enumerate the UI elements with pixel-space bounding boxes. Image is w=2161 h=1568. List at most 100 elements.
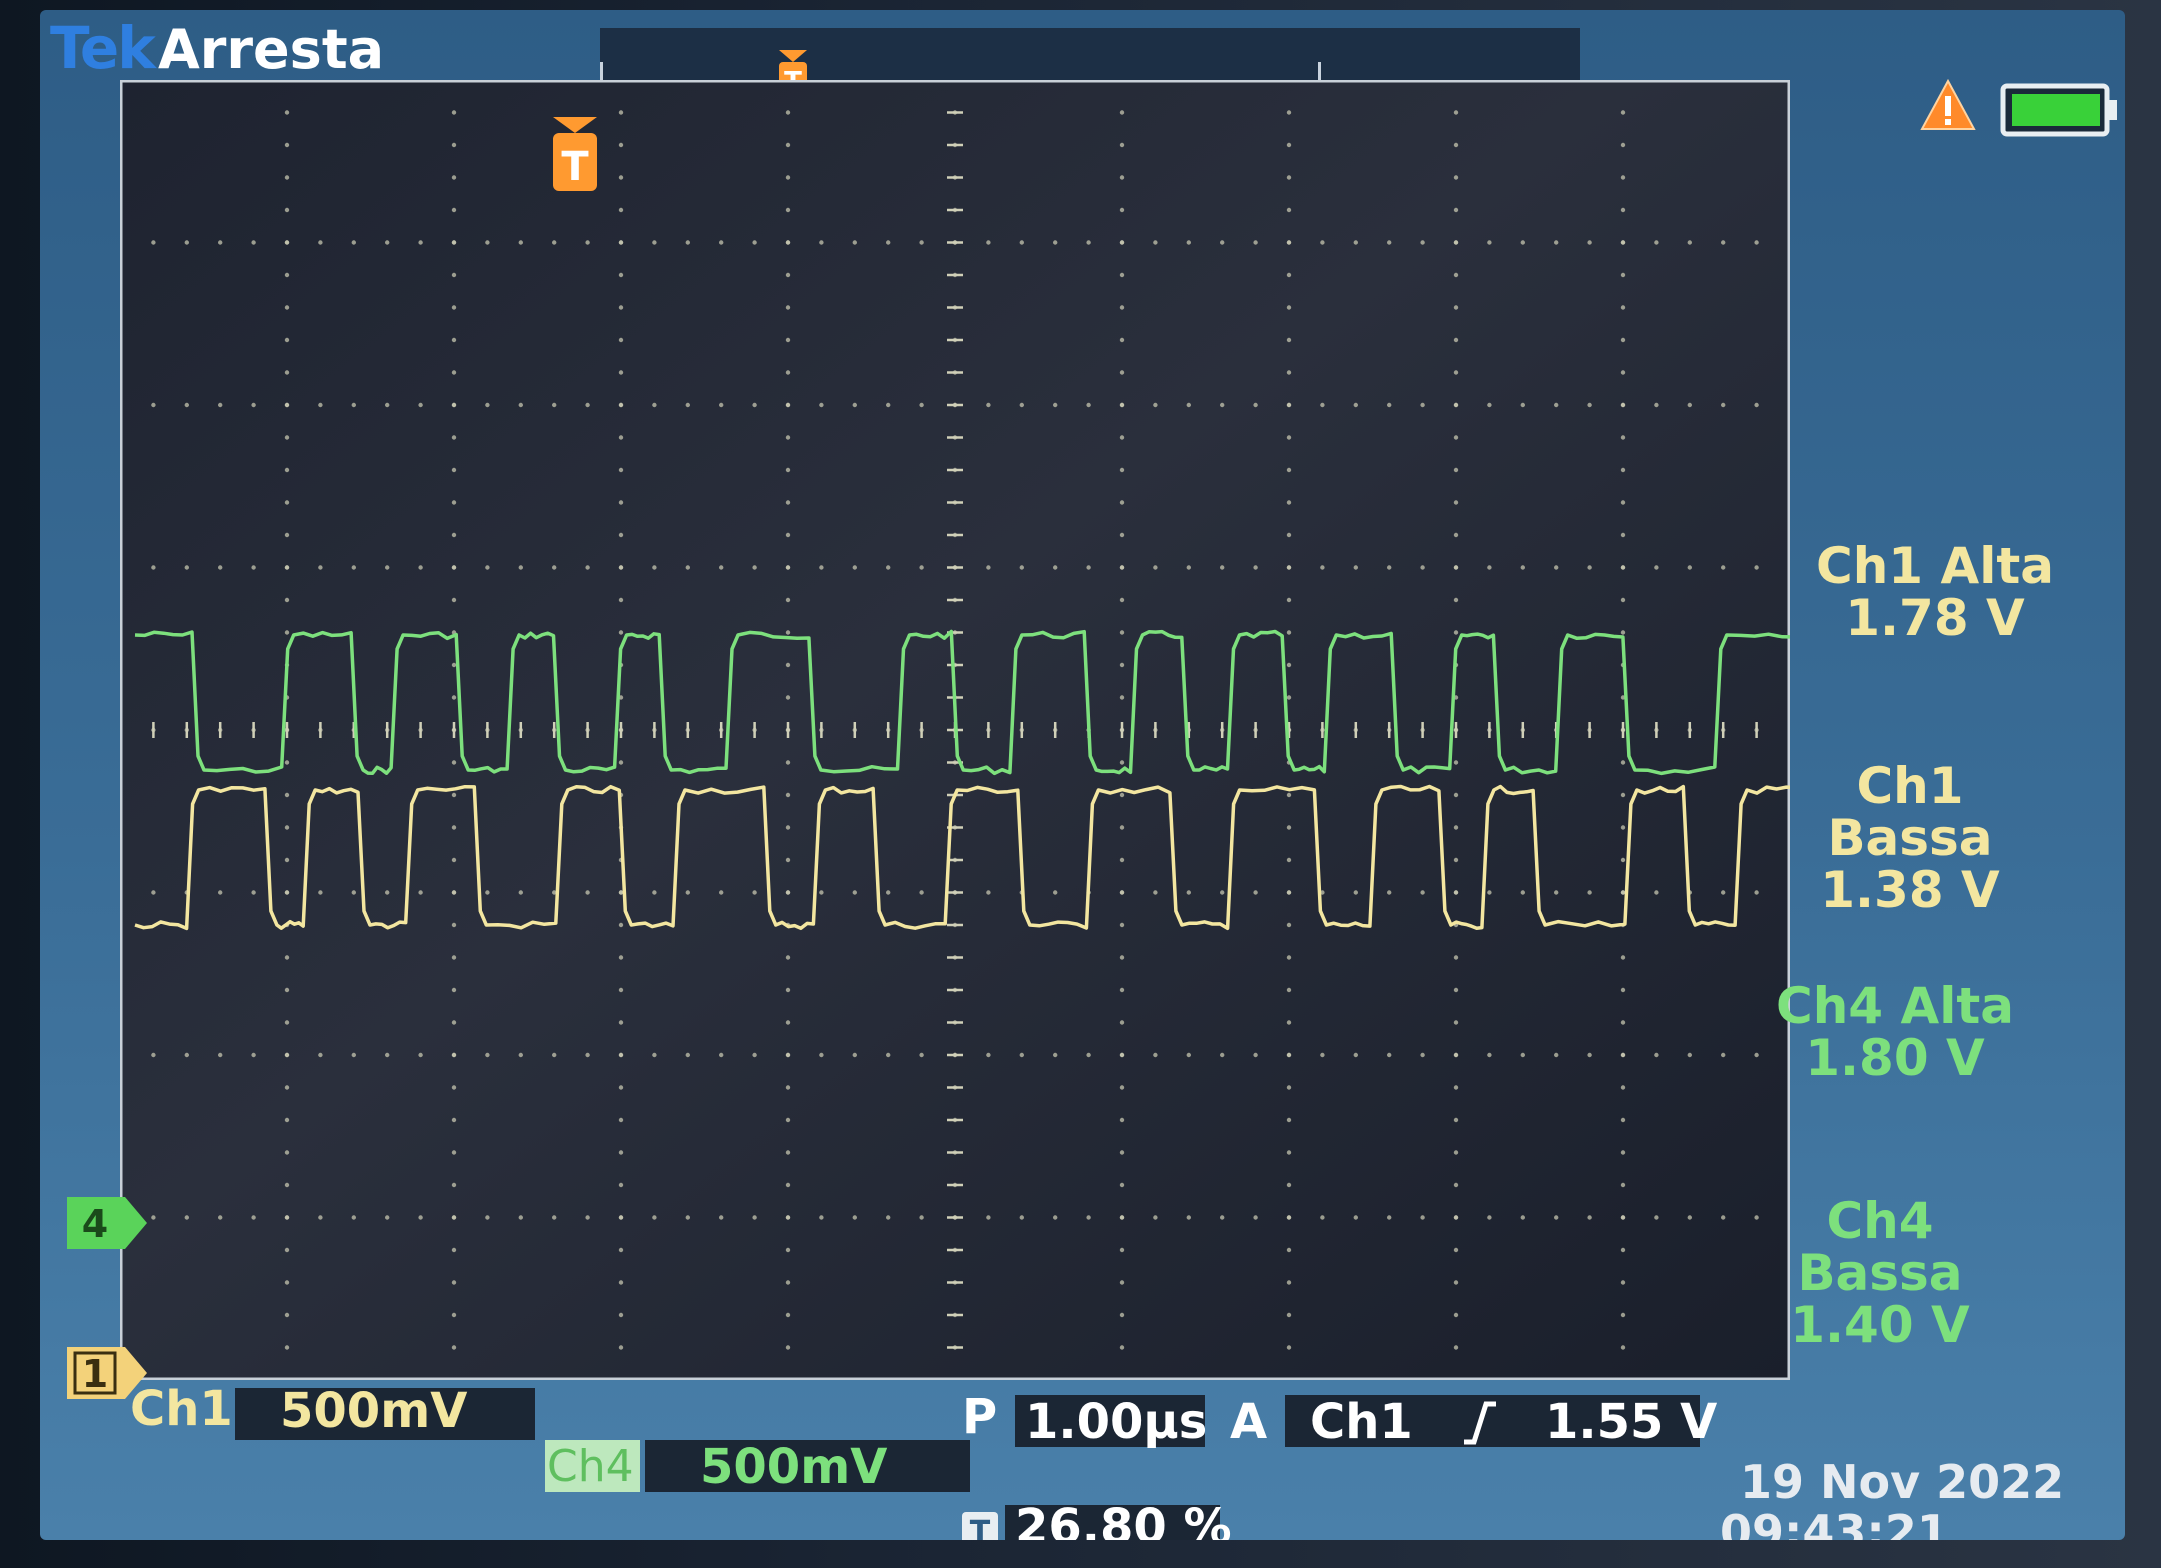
grid-dot [1286, 857, 1292, 863]
grid-dot [1119, 987, 1125, 993]
grid-dot [1053, 890, 1058, 895]
grid-dot [585, 890, 590, 895]
grid-dot [1086, 565, 1091, 570]
grid-dot [1119, 272, 1125, 278]
grid-dot [1053, 565, 1058, 570]
grid-dot [485, 565, 490, 570]
grid-dot [1453, 110, 1459, 115]
grid-dot [1019, 240, 1024, 245]
grid-dot [385, 565, 390, 570]
grid-dot [485, 890, 490, 895]
grid-dot [1620, 305, 1626, 310]
grid-dot [785, 1345, 791, 1350]
grid-dot [752, 565, 757, 570]
grid-dot [785, 305, 791, 310]
grid-dot [1353, 1215, 1359, 1220]
grid-dot [552, 1215, 557, 1220]
ch1-vertical-scale[interactable]: 500mV [280, 1384, 467, 1438]
grid-dot [1687, 565, 1693, 570]
grid-dot [785, 987, 791, 993]
grid-dot [451, 272, 457, 278]
grid-dot [184, 565, 189, 570]
grid-dot [1119, 1117, 1125, 1123]
grid-dot [1086, 1052, 1091, 1058]
grid-dot [618, 1247, 624, 1253]
grid-dot [1153, 890, 1158, 895]
grid-dot [1620, 1345, 1626, 1350]
grid-dot [1620, 240, 1626, 245]
grid-dot [151, 402, 156, 408]
grid-dot [151, 1052, 156, 1058]
grid-dot [485, 1052, 490, 1058]
grid-dot [1453, 1182, 1459, 1188]
battery-icon [2000, 83, 2117, 137]
grid-dot [1119, 305, 1125, 310]
grid-dot [284, 1312, 290, 1318]
grid-dot [1320, 1215, 1325, 1220]
grid-dot [184, 402, 189, 408]
waveform-display [120, 80, 1790, 1380]
grid-dot [1220, 240, 1225, 245]
grid-dot [785, 337, 791, 343]
svg-text:4: 4 [82, 1202, 108, 1246]
grid-dot [284, 792, 290, 798]
grid-dot [284, 435, 290, 440]
grid-dot [1186, 1052, 1192, 1058]
grid-dot [1721, 890, 1726, 895]
grid-dot [351, 565, 356, 570]
ch4-ground-marker[interactable]: 4 [65, 1195, 150, 1251]
grid-dot [1620, 435, 1626, 440]
grid-dot [1453, 1150, 1459, 1155]
grid-dot [418, 1215, 423, 1220]
grid-dot [1286, 175, 1292, 180]
grid-dot [1119, 890, 1125, 895]
grid-dot [785, 565, 791, 570]
grid-dot [284, 240, 290, 245]
grid-dot [284, 207, 290, 213]
ch4-vertical-scale[interactable]: 500mV [700, 1440, 887, 1494]
grid-dot [284, 890, 290, 895]
grid-dot [218, 402, 223, 408]
grid-dot [451, 1150, 457, 1155]
timebase-scale[interactable]: 1.00µs [1025, 1395, 1207, 1449]
grid-dot [1253, 1052, 1258, 1058]
grid-dot [1286, 825, 1292, 830]
grid-dot [284, 1215, 290, 1220]
grid-dot [451, 240, 457, 245]
grid-dot [1119, 1280, 1125, 1285]
grid-dot [451, 142, 457, 148]
grid-dot [518, 1052, 523, 1058]
grid-dot [451, 1020, 457, 1025]
grid-dot [1721, 1215, 1726, 1220]
grid-dot [451, 305, 457, 310]
grid-dot [1353, 890, 1359, 895]
grid-dot [1654, 402, 1659, 408]
trigger-source[interactable]: Ch1 [1310, 1395, 1413, 1449]
grid-dot [1754, 402, 1759, 408]
grid-dot [485, 402, 490, 408]
grid-dot [284, 402, 290, 408]
grid-dot [618, 532, 624, 538]
grid-dot [284, 857, 290, 863]
trigger-position-value[interactable]: 26.80 % [1015, 1500, 1232, 1540]
grid-dot [585, 402, 590, 408]
grid-dot [418, 890, 423, 895]
grid-dot [1620, 1117, 1626, 1123]
grid-dot [1119, 565, 1125, 570]
grid-dot [618, 922, 624, 928]
grid-dot [284, 1020, 290, 1025]
grid-dot [1286, 1247, 1292, 1253]
grid-dot [1487, 240, 1492, 245]
grid-dot [1019, 402, 1024, 408]
grid-dot [1620, 142, 1626, 148]
trigger-level[interactable]: 1.55 V [1545, 1395, 1717, 1449]
grid-dot [819, 565, 824, 570]
grid-dot [1286, 662, 1292, 668]
grid-dot [1620, 792, 1626, 798]
grid-dot [1554, 890, 1559, 895]
grid-dot [1453, 207, 1459, 213]
ch4-label[interactable]: Ch4 [547, 1440, 634, 1494]
ch1-label[interactable]: Ch1 [130, 1382, 233, 1436]
grid-dot [518, 240, 523, 245]
measurement-value: 1.40 V [1790, 1296, 1970, 1354]
